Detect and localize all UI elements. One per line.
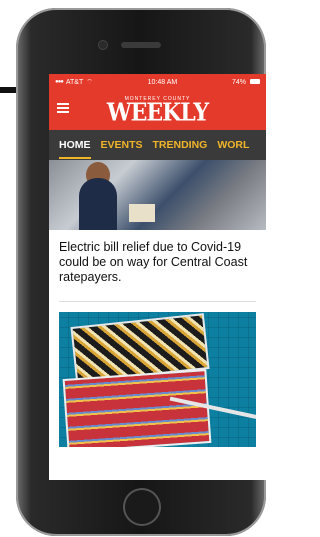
app-header: MONTEREY COUNTY WEEKLY	[49, 90, 266, 130]
category-nav: HOME EVENTS TRENDING WORL	[49, 130, 266, 160]
home-button[interactable]	[123, 488, 161, 526]
status-time: 10:48 AM	[147, 78, 178, 86]
status-left: ●●● AT&T ⌔	[55, 78, 93, 87]
phone-top-bezel	[16, 8, 266, 74]
status-right: 74%	[232, 79, 260, 86]
article-image-masks[interactable]	[59, 312, 256, 447]
carrier-label: AT&T	[65, 78, 84, 86]
tab-home[interactable]: HOME	[59, 139, 91, 159]
front-camera-icon	[99, 41, 107, 49]
article-image-meeting[interactable]	[49, 160, 266, 230]
logo-title: WEEKLY	[106, 98, 209, 127]
battery-label: 74%	[232, 78, 247, 86]
hamburger-menu-icon[interactable]	[57, 103, 69, 113]
earpiece-speaker	[121, 42, 161, 48]
article-divider	[59, 301, 256, 302]
tab-world[interactable]: WORL	[217, 139, 249, 151]
site-logo[interactable]: MONTEREY COUNTY WEEKLY	[106, 96, 209, 127]
phone-frame: ●●● AT&T ⌔ 10:48 AM 74% MONTEREY COUNTY …	[16, 8, 266, 536]
battery-icon	[249, 79, 260, 85]
photo-papers	[129, 204, 155, 222]
phone-screen: ●●● AT&T ⌔ 10:48 AM 74% MONTEREY COUNTY …	[49, 74, 266, 480]
wifi-icon: ⌔	[86, 78, 93, 86]
photo-person-body	[79, 178, 117, 230]
signal-icon: ●●●	[55, 79, 64, 85]
tab-events[interactable]: EVENTS	[101, 139, 143, 151]
fabric-mask-red	[62, 369, 212, 447]
tab-trending[interactable]: TRENDING	[153, 139, 208, 151]
status-bar: ●●● AT&T ⌔ 10:48 AM 74%	[49, 74, 266, 90]
article-headline[interactable]: Electric bill relief due to Covid-19 cou…	[49, 230, 266, 293]
